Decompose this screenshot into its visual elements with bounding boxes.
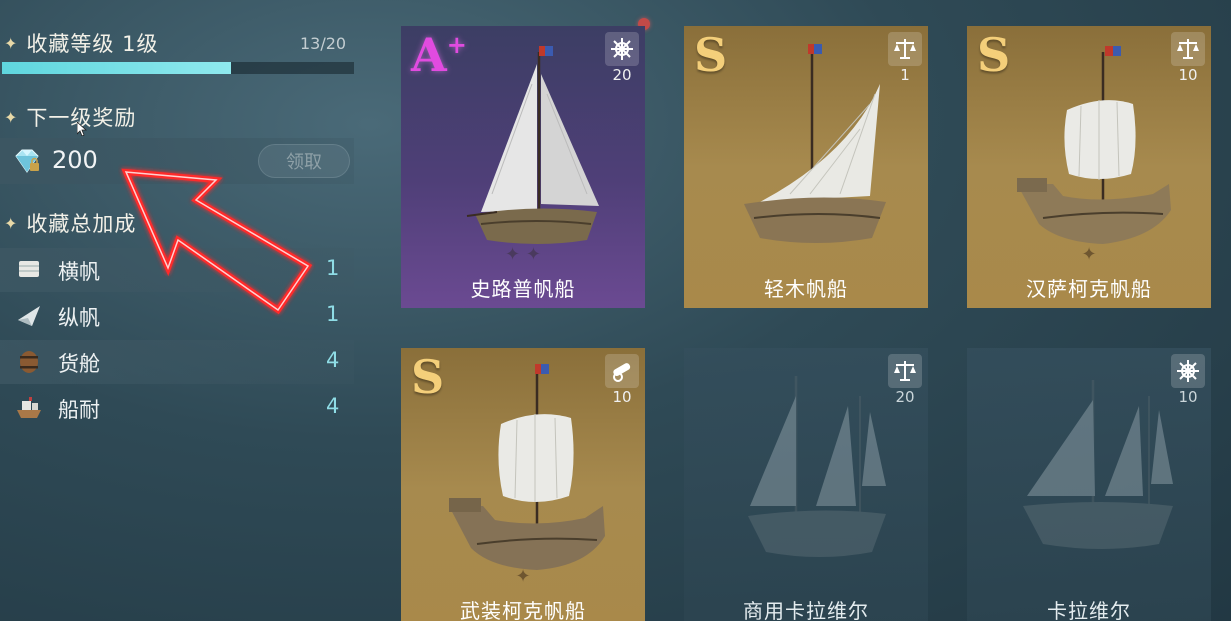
collection-level-label: 收藏等级 1级 [26,32,159,56]
ship-name: 商用卡拉维尔 [743,599,869,621]
ship-name: 汉萨柯克帆船 [1026,277,1152,301]
barrel-icon [20,351,38,373]
bonus-label: 横帆 [58,260,100,284]
next-reward-title: ✦ 下一级奖励 [4,102,136,132]
mouse-cursor-icon [77,122,87,136]
red-arrow-annotation [121,168,313,315]
total-bonus-title: ✦ 收藏总加成 [4,208,136,238]
ship-illustration [1017,46,1171,244]
ship-illustration [466,46,599,244]
ship-name: 卡拉维尔 [1047,599,1131,621]
star-rating: ✦ ✦ [505,244,541,265]
bonus-value: 1 [326,256,340,280]
ship-name: 史路普帆船 [470,277,576,301]
bonus-value: 4 [326,394,340,418]
diamond-icon [15,149,39,173]
ship-name: 轻木帆船 [764,277,848,301]
collection-progress-fill [2,62,231,74]
collection-progress-count: 13/20 [300,34,347,53]
collection-level-title: ✦ 收藏等级 1级 [4,28,158,58]
fore-and-aft-sail-icon [18,306,40,326]
ship-card-caravel[interactable]: 10 卡拉维尔 [967,348,1211,621]
star-rating: ✦ [515,566,531,587]
sparkle-icon: ✦ [4,33,19,53]
ship-card-hansa-cog[interactable]: S 10 ✦ 汉萨柯克帆船 [967,26,1211,308]
reward-amount: 200 [52,146,98,174]
ship-illustration [449,364,605,570]
ship-card-sloop[interactable]: A+ 20 ✦ ✦ 史路普帆船 [401,26,645,308]
star-rating: ✦ [1081,244,1097,265]
sparkle-icon: ✦ [4,213,19,233]
bonus-value: 1 [326,302,340,326]
square-sail-icon [19,261,39,277]
hull-icon [17,397,41,418]
bonus-row-cargo: 货舱 4 [0,340,354,384]
ship-card-merchant-caravel[interactable]: 20 商用卡拉维尔 [684,348,928,621]
ship-card-armed-cog[interactable]: S 10 ✦ 武装柯克帆船 [401,348,645,621]
ship-name: 武装柯克帆船 [460,599,586,621]
ship-illustration-silhouette [1023,380,1173,549]
ship-card-balsa[interactable]: S 1 轻木帆船 [684,26,928,308]
sparkle-icon: ✦ [4,107,19,127]
ship-illustration-silhouette [748,376,886,557]
bonus-row-durability: 船耐 4 [0,386,354,430]
collection-progress-bar [2,62,354,74]
bonus-value: 4 [326,348,340,372]
bonus-label: 纵帆 [58,306,100,330]
bonus-label: 货舱 [58,352,100,376]
ship-illustration [744,44,886,243]
bonus-label: 船耐 [58,398,100,422]
